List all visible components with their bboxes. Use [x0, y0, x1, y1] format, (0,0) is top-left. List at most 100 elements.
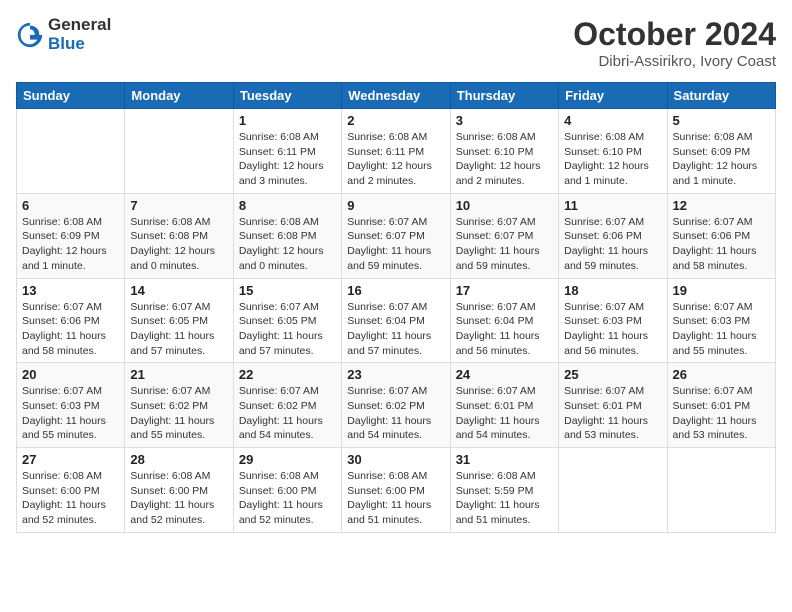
header-saturday: Saturday: [667, 83, 775, 109]
day-info: Sunrise: 6:07 AM Sunset: 6:04 PM Dayligh…: [456, 300, 553, 359]
table-row: 19 Sunrise: 6:07 AM Sunset: 6:03 PM Dayli…: [667, 278, 775, 363]
calendar-header-row: Sunday Monday Tuesday Wednesday Thursday…: [17, 83, 776, 109]
day-info: Sunrise: 6:07 AM Sunset: 6:01 PM Dayligh…: [673, 384, 770, 443]
title-section: October 2024 Dibri-Assirikro, Ivory Coas…: [573, 16, 776, 70]
table-row: 22Sunrise: 6:07 AM Sunset: 6:02 PM Dayli…: [233, 363, 341, 448]
table-row: 9Sunrise: 6:07 AM Sunset: 6:07 PM Daylig…: [342, 193, 450, 278]
day-number: 13: [22, 283, 119, 298]
month-title: October 2024: [573, 16, 776, 53]
table-row: 25 Sunrise: 6:07 AM Sunset: 6:01 PM Dayli…: [559, 363, 667, 448]
table-row: 17 Sunrise: 6:07 AM Sunset: 6:04 PM Dayli…: [450, 278, 558, 363]
calendar-week-2: 13 Sunrise: 6:07 AM Sunset: 6:06 PM Dayli…: [17, 278, 776, 363]
table-row: 3 Sunrise: 6:08 AM Sunset: 6:10 PM Daylig…: [450, 109, 558, 194]
calendar-week-1: 6Sunrise: 6:08 AM Sunset: 6:09 PM Daylig…: [17, 193, 776, 278]
table-row: 12 Sunrise: 6:07 AM Sunset: 6:06 PM Dayli…: [667, 193, 775, 278]
day-number: 4: [564, 113, 661, 128]
day-number: 3: [456, 113, 553, 128]
day-number: 16: [347, 283, 444, 298]
day-number: 20: [22, 367, 119, 382]
day-number: 14: [130, 283, 227, 298]
table-row: 11 Sunrise: 6:07 AM Sunset: 6:06 PM Dayli…: [559, 193, 667, 278]
page-header: General Blue October 2024 Dibri-Assirikr…: [16, 16, 776, 70]
day-info: Sunrise: 6:07 AM Sunset: 6:04 PM Dayligh…: [347, 300, 444, 359]
day-info: Sunrise: 6:08 AM Sunset: 6:10 PM Dayligh…: [564, 130, 661, 189]
day-info: Sunrise: 6:07 AM Sunset: 6:02 PM Dayligh…: [347, 384, 444, 443]
day-number: 23: [347, 367, 444, 382]
table-row: 16 Sunrise: 6:07 AM Sunset: 6:04 PM Dayli…: [342, 278, 450, 363]
day-number: 19: [673, 283, 770, 298]
table-row: 27 Sunrise: 6:08 AM Sunset: 6:00 PM Dayli…: [17, 448, 125, 533]
logo: General Blue: [16, 16, 111, 53]
calendar-week-3: 20 Sunrise: 6:07 AM Sunset: 6:03 PM Dayli…: [17, 363, 776, 448]
logo-text: General Blue: [48, 16, 111, 53]
day-info: Sunrise: 6:08 AM Sunset: 6:09 PM Dayligh…: [673, 130, 770, 189]
day-info: Sunrise: 6:08 AM Sunset: 5:59 PM Dayligh…: [456, 469, 553, 528]
day-info: Sunrise: 6:07 AM Sunset: 6:05 PM Dayligh…: [130, 300, 227, 359]
table-row: 26 Sunrise: 6:07 AM Sunset: 6:01 PM Dayli…: [667, 363, 775, 448]
table-row: 5 Sunrise: 6:08 AM Sunset: 6:09 PM Daylig…: [667, 109, 775, 194]
calendar-week-4: 27 Sunrise: 6:08 AM Sunset: 6:00 PM Dayli…: [17, 448, 776, 533]
location-title: Dibri-Assirikro, Ivory Coast: [573, 53, 776, 70]
day-info: Sunrise: 6:07 AM Sunset: 6:03 PM Dayligh…: [673, 300, 770, 359]
day-info: Sunrise: 6:07 AM Sunset: 6:05 PM Dayligh…: [239, 300, 336, 359]
table-row: 2Sunrise: 6:08 AM Sunset: 6:11 PM Daylig…: [342, 109, 450, 194]
day-number: 24: [456, 367, 553, 382]
day-info: Sunrise: 6:08 AM Sunset: 6:11 PM Dayligh…: [239, 130, 336, 189]
day-info: Sunrise: 6:07 AM Sunset: 6:03 PM Dayligh…: [564, 300, 661, 359]
day-number: 9: [347, 198, 444, 213]
table-row: 4 Sunrise: 6:08 AM Sunset: 6:10 PM Daylig…: [559, 109, 667, 194]
day-number: 10: [456, 198, 553, 213]
day-info: Sunrise: 6:08 AM Sunset: 6:00 PM Dayligh…: [130, 469, 227, 528]
day-number: 30: [347, 452, 444, 467]
calendar-week-0: 1Sunrise: 6:08 AM Sunset: 6:11 PM Daylig…: [17, 109, 776, 194]
table-row: [667, 448, 775, 533]
calendar-table: Sunday Monday Tuesday Wednesday Thursday…: [16, 82, 776, 533]
day-info: Sunrise: 6:08 AM Sunset: 6:08 PM Dayligh…: [130, 215, 227, 274]
table-row: 23 Sunrise: 6:07 AM Sunset: 6:02 PM Dayli…: [342, 363, 450, 448]
day-number: 26: [673, 367, 770, 382]
table-row: 6Sunrise: 6:08 AM Sunset: 6:09 PM Daylig…: [17, 193, 125, 278]
day-number: 29: [239, 452, 336, 467]
table-row: 7 Sunrise: 6:08 AM Sunset: 6:08 PM Daylig…: [125, 193, 233, 278]
day-info: Sunrise: 6:08 AM Sunset: 6:08 PM Dayligh…: [239, 215, 336, 274]
day-number: 21: [130, 367, 227, 382]
day-number: 18: [564, 283, 661, 298]
logo-blue: Blue: [48, 35, 111, 54]
table-row: 24Sunrise: 6:07 AM Sunset: 6:01 PM Dayli…: [450, 363, 558, 448]
day-info: Sunrise: 6:08 AM Sunset: 6:00 PM Dayligh…: [22, 469, 119, 528]
table-row: 10 Sunrise: 6:07 AM Sunset: 6:07 PM Dayli…: [450, 193, 558, 278]
table-row: [17, 109, 125, 194]
header-sunday: Sunday: [17, 83, 125, 109]
day-info: Sunrise: 6:07 AM Sunset: 6:03 PM Dayligh…: [22, 384, 119, 443]
day-number: 25: [564, 367, 661, 382]
day-number: 27: [22, 452, 119, 467]
day-number: 17: [456, 283, 553, 298]
day-number: 22: [239, 367, 336, 382]
day-number: 6: [22, 198, 119, 213]
logo-general: General: [48, 16, 111, 35]
day-number: 12: [673, 198, 770, 213]
day-info: Sunrise: 6:07 AM Sunset: 6:01 PM Dayligh…: [564, 384, 661, 443]
table-row: 21Sunrise: 6:07 AM Sunset: 6:02 PM Dayli…: [125, 363, 233, 448]
day-number: 7: [130, 198, 227, 213]
table-row: [559, 448, 667, 533]
table-row: 20 Sunrise: 6:07 AM Sunset: 6:03 PM Dayli…: [17, 363, 125, 448]
day-info: Sunrise: 6:07 AM Sunset: 6:06 PM Dayligh…: [564, 215, 661, 274]
day-info: Sunrise: 6:08 AM Sunset: 6:00 PM Dayligh…: [239, 469, 336, 528]
table-row: 13 Sunrise: 6:07 AM Sunset: 6:06 PM Dayli…: [17, 278, 125, 363]
header-thursday: Thursday: [450, 83, 558, 109]
day-info: Sunrise: 6:08 AM Sunset: 6:11 PM Dayligh…: [347, 130, 444, 189]
day-number: 5: [673, 113, 770, 128]
day-info: Sunrise: 6:07 AM Sunset: 6:07 PM Dayligh…: [456, 215, 553, 274]
table-row: 15Sunrise: 6:07 AM Sunset: 6:05 PM Dayli…: [233, 278, 341, 363]
day-number: 31: [456, 452, 553, 467]
table-row: [125, 109, 233, 194]
day-info: Sunrise: 6:08 AM Sunset: 6:10 PM Dayligh…: [456, 130, 553, 189]
logo-icon: [16, 21, 44, 49]
day-number: 11: [564, 198, 661, 213]
day-info: Sunrise: 6:07 AM Sunset: 6:06 PM Dayligh…: [673, 215, 770, 274]
day-info: Sunrise: 6:07 AM Sunset: 6:06 PM Dayligh…: [22, 300, 119, 359]
header-wednesday: Wednesday: [342, 83, 450, 109]
day-number: 8: [239, 198, 336, 213]
table-row: 30Sunrise: 6:08 AM Sunset: 6:00 PM Dayli…: [342, 448, 450, 533]
